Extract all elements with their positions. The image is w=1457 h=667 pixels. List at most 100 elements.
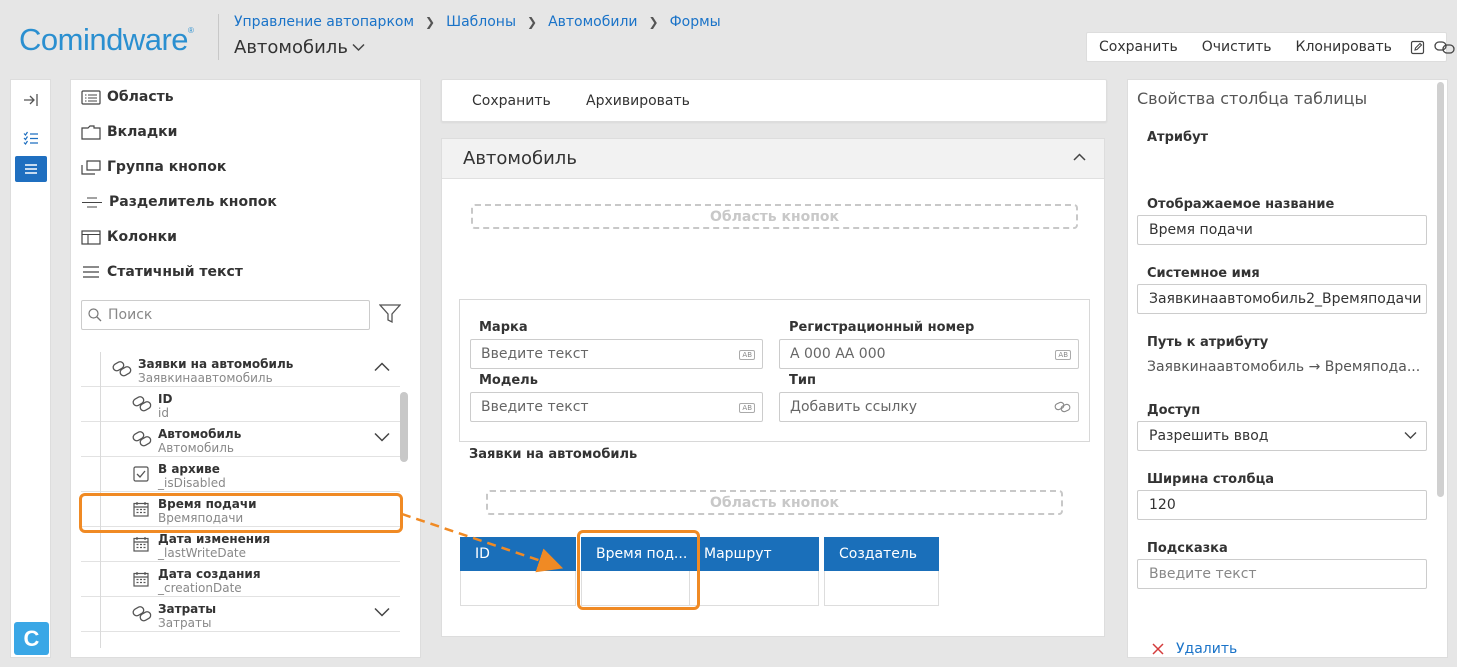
type-input[interactable]: Добавить ссылку — [779, 392, 1079, 422]
tree-item-title: Заявки на автомобиль — [138, 357, 294, 371]
attribute-label: Атрибут — [1147, 130, 1209, 145]
column-width-input[interactable]: 120 — [1137, 490, 1427, 520]
tree-item-title: В архиве — [158, 462, 220, 476]
clear-button[interactable]: Очистить — [1190, 39, 1284, 55]
link-icon — [132, 396, 152, 412]
table-column-creator[interactable]: Создатель — [824, 537, 939, 606]
properties-title: Свойства столбца таблицы — [1137, 89, 1368, 108]
component-columns[interactable]: Колонки — [81, 227, 177, 247]
tree-item-title: Затраты — [158, 602, 217, 616]
breadcrumb-item-cars[interactable]: Автомобили — [548, 14, 637, 30]
tree-item[interactable]: ID id — [81, 387, 400, 422]
folder-icon — [81, 124, 101, 140]
reg-number-input[interactable]: А 000 АА 000 AB — [779, 339, 1079, 369]
breadcrumb-item-templates[interactable]: Шаблоны — [446, 14, 516, 30]
tree-item[interactable]: В архиве _isDisabled — [81, 457, 400, 492]
form-toolbar: Сохранить Архивировать — [441, 79, 1107, 122]
link-icon[interactable] — [1434, 39, 1456, 55]
marka-input[interactable]: Введите текст AB — [470, 339, 763, 369]
form-save-button[interactable]: Сохранить — [472, 93, 551, 109]
search-input[interactable]: Поиск — [81, 300, 370, 330]
components-panel: Область Вкладки Группа кнопок Разделител… — [70, 79, 421, 658]
tree-item-subtitle: _isDisabled — [158, 476, 226, 490]
access-value: Разрешить ввод — [1149, 428, 1269, 444]
delete-button[interactable]: Удалить — [1152, 641, 1237, 657]
link-icon — [112, 361, 132, 377]
tree-scrollbar[interactable] — [400, 392, 408, 462]
hint-label: Подсказка — [1147, 541, 1228, 556]
chevron-up-icon[interactable] — [374, 362, 390, 372]
page-title-text: Автомобиль — [234, 37, 348, 58]
tree-item[interactable]: Дата создания _creationDate — [81, 562, 400, 597]
clone-button[interactable]: Клонировать — [1284, 39, 1404, 55]
tree-item-title: Дата изменения — [158, 532, 271, 546]
link-icon — [1054, 401, 1071, 413]
chevron-down-icon[interactable] — [374, 607, 390, 617]
tree-item[interactable]: Автомобиль Автомобиль — [81, 422, 400, 457]
text-type-icon: AB — [739, 350, 755, 360]
column-header: Создатель — [824, 537, 939, 571]
component-label: Статичный текст — [107, 264, 243, 280]
marka-label: Марка — [479, 320, 528, 335]
edit-icon[interactable] — [1410, 39, 1425, 55]
search-placeholder: Поиск — [108, 307, 153, 323]
tree-item-selected[interactable]: Время подачи Времяподачи — [81, 492, 400, 527]
component-label: Группа кнопок — [107, 159, 227, 175]
save-button[interactable]: Сохранить — [1087, 39, 1190, 55]
checkbox-icon — [133, 466, 149, 482]
component-button-divider[interactable]: Разделитель кнопок — [81, 192, 277, 212]
model-input[interactable]: Введите текст AB — [470, 392, 763, 422]
component-label: Разделитель кнопок — [109, 194, 277, 210]
link-icon — [132, 606, 152, 622]
form-canvas: Автомобиль Область кнопок Марка Введите … — [441, 138, 1105, 637]
hint-input[interactable]: Введите текст — [1137, 559, 1427, 589]
component-area[interactable]: Область — [81, 87, 174, 107]
column-cell — [460, 571, 576, 606]
text-lines-icon — [83, 265, 99, 278]
tree-item[interactable]: Дата изменения _lastWriteDate — [81, 527, 400, 562]
search-icon — [88, 308, 102, 322]
tree-item[interactable]: Заявки на автомобиль Заявкинаавтомобиль — [81, 352, 400, 387]
chevron-up-icon[interactable] — [1073, 153, 1086, 161]
tree-guide-line — [100, 352, 101, 648]
button-area-top[interactable]: Область кнопок — [471, 204, 1078, 229]
button-area-label: Область кнопок — [709, 208, 840, 225]
component-label: Область — [107, 89, 174, 105]
component-button-group[interactable]: Группа кнопок — [81, 157, 226, 177]
button-area-table[interactable]: Область кнопок — [486, 490, 1063, 515]
column-properties-panel: Свойства столбца таблицы Атрибут Отображ… — [1127, 79, 1448, 658]
system-name-input[interactable]: Заявкинаавтомобиль2_Времяподачи — [1137, 284, 1427, 314]
columns-icon — [81, 229, 101, 245]
divider-icon — [82, 196, 102, 208]
breadcrumb-item-fleet[interactable]: Управление автопарком — [234, 14, 414, 30]
chevron-down-icon — [352, 43, 365, 52]
chevron-down-icon[interactable] — [374, 432, 390, 442]
properties-scrollbar[interactable] — [1437, 82, 1444, 497]
component-label: Колонки — [107, 229, 177, 245]
tree-item-title: Автомобиль — [158, 427, 242, 441]
table-column-time[interactable]: Время под... — [581, 537, 696, 606]
comindware-app-icon[interactable]: C — [14, 622, 49, 655]
chevron-right-icon: ❯ — [648, 15, 659, 29]
collapse-panel-icon[interactable] — [15, 87, 47, 113]
component-tabs[interactable]: Вкладки — [81, 122, 178, 142]
calendar-icon — [133, 502, 149, 517]
filter-icon[interactable] — [379, 304, 401, 324]
access-select[interactable]: Разрешить ввод — [1137, 421, 1427, 451]
components-list-icon[interactable] — [15, 156, 47, 182]
column-header: ID — [460, 537, 576, 571]
table-column-route[interactable]: Маршрут — [689, 537, 819, 606]
table-column-id[interactable]: ID — [460, 537, 576, 606]
page-title[interactable]: Автомобиль — [234, 37, 365, 58]
checklist-icon[interactable] — [15, 125, 47, 151]
column-cell — [581, 571, 696, 606]
attribute-path-label: Путь к атрибуту — [1147, 335, 1269, 350]
tree-item[interactable]: Затраты Затраты — [81, 597, 400, 632]
chevron-right-icon: ❯ — [527, 15, 538, 29]
model-placeholder: Введите текст — [481, 399, 589, 415]
display-name-input[interactable]: Время подачи — [1137, 215, 1427, 245]
breadcrumb-item-forms[interactable]: Формы — [670, 14, 721, 30]
component-static-text[interactable]: Статичный текст — [81, 262, 243, 282]
chevron-down-icon — [1404, 432, 1417, 439]
archive-button[interactable]: Архивировать — [586, 93, 690, 109]
